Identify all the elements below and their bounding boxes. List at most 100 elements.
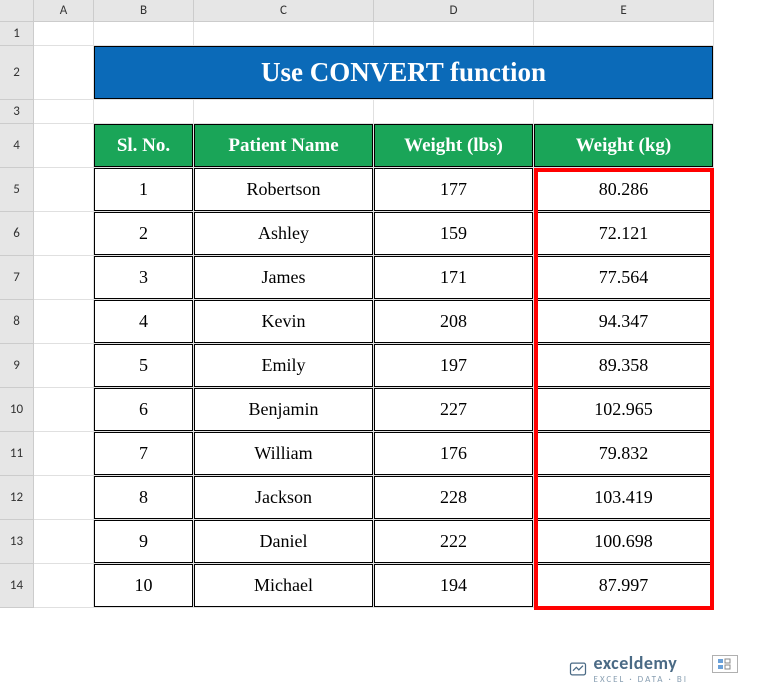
table-cell-sl[interactable]: 7 xyxy=(94,432,194,476)
table-cell-sl[interactable]: 2 xyxy=(94,212,194,256)
table-cell-sl[interactable]: 8 xyxy=(94,476,194,520)
cell-value: 197 xyxy=(374,344,533,387)
table-cell-lbs[interactable]: 159 xyxy=(374,212,534,256)
table-cell-kg[interactable]: 72.121 xyxy=(534,212,714,256)
cell[interactable] xyxy=(34,300,94,344)
cell[interactable] xyxy=(34,432,94,476)
cell-value: 89.358 xyxy=(534,344,713,387)
table-cell-lbs[interactable]: 171 xyxy=(374,256,534,300)
col-header-E[interactable]: E xyxy=(534,0,714,22)
table-cell-kg[interactable]: 77.564 xyxy=(534,256,714,300)
table-cell-sl[interactable]: 10 xyxy=(94,564,194,608)
cell[interactable] xyxy=(34,100,94,124)
logo-icon xyxy=(568,659,588,679)
title-cell[interactable]: Use CONVERT function xyxy=(94,46,714,100)
row-header-5[interactable]: 5 xyxy=(0,168,34,212)
cell-value: 100.698 xyxy=(534,520,713,563)
table-cell-sl[interactable]: 9 xyxy=(94,520,194,564)
cell-value: 228 xyxy=(374,476,533,519)
cell[interactable] xyxy=(34,212,94,256)
row-header-10[interactable]: 10 xyxy=(0,388,34,432)
table-cell-lbs[interactable]: 208 xyxy=(374,300,534,344)
table-header-lbs[interactable]: Weight (lbs) xyxy=(374,124,534,168)
table-cell-lbs[interactable]: 197 xyxy=(374,344,534,388)
table-cell-lbs[interactable]: 222 xyxy=(374,520,534,564)
table-cell-kg[interactable]: 102.965 xyxy=(534,388,714,432)
cell[interactable] xyxy=(34,22,94,46)
cell-value: 94.347 xyxy=(534,300,713,343)
row-header-9[interactable]: 9 xyxy=(0,344,34,388)
page-title: Use CONVERT function xyxy=(94,46,713,99)
table-cell-name[interactable]: Ashley xyxy=(194,212,374,256)
cell[interactable] xyxy=(194,100,374,124)
cell-value: 194 xyxy=(374,564,533,607)
table-cell-name[interactable]: Daniel xyxy=(194,520,374,564)
cell[interactable] xyxy=(34,256,94,300)
cell[interactable] xyxy=(34,124,94,168)
table-cell-name[interactable]: William xyxy=(194,432,374,476)
table-cell-name[interactable]: James xyxy=(194,256,374,300)
table-header-kg[interactable]: Weight (kg) xyxy=(534,124,714,168)
row-header-13[interactable]: 13 xyxy=(0,520,34,564)
autofill-options-button[interactable] xyxy=(712,655,738,673)
cell[interactable] xyxy=(34,564,94,608)
table-cell-lbs[interactable]: 227 xyxy=(374,388,534,432)
table-cell-sl[interactable]: 4 xyxy=(94,300,194,344)
table-cell-sl[interactable]: 1 xyxy=(94,168,194,212)
cell[interactable] xyxy=(34,388,94,432)
row-header-11[interactable]: 11 xyxy=(0,432,34,476)
row-header-2[interactable]: 2 xyxy=(0,46,34,100)
table-cell-sl[interactable]: 6 xyxy=(94,388,194,432)
table-cell-name[interactable]: Benjamin xyxy=(194,388,374,432)
table-header-sl[interactable]: Sl. No. xyxy=(94,124,194,168)
cell-value: Michael xyxy=(194,564,373,607)
table-cell-name[interactable]: Emily xyxy=(194,344,374,388)
row-header-8[interactable]: 8 xyxy=(0,300,34,344)
table-header-name[interactable]: Patient Name xyxy=(194,124,374,168)
row-header-7[interactable]: 7 xyxy=(0,256,34,300)
row-header-4[interactable]: 4 xyxy=(0,124,34,168)
cell[interactable] xyxy=(194,22,374,46)
table-cell-lbs[interactable]: 177 xyxy=(374,168,534,212)
cell[interactable] xyxy=(534,100,714,124)
cell[interactable] xyxy=(374,100,534,124)
table-cell-lbs[interactable]: 176 xyxy=(374,432,534,476)
table-cell-name[interactable]: Kevin xyxy=(194,300,374,344)
col-header-C[interactable]: C xyxy=(194,0,374,22)
table-cell-kg[interactable]: 87.997 xyxy=(534,564,714,608)
row-header-14[interactable]: 14 xyxy=(0,564,34,608)
col-header-B[interactable]: B xyxy=(94,0,194,22)
cell-value: 4 xyxy=(94,300,193,343)
table-cell-kg[interactable]: 80.286 xyxy=(534,168,714,212)
cell[interactable] xyxy=(34,476,94,520)
col-header-D[interactable]: D xyxy=(374,0,534,22)
cell[interactable] xyxy=(374,22,534,46)
row-header-1[interactable]: 1 xyxy=(0,22,34,46)
cell-value: 208 xyxy=(374,300,533,343)
cell[interactable] xyxy=(94,100,194,124)
table-cell-sl[interactable]: 3 xyxy=(94,256,194,300)
table-cell-kg[interactable]: 89.358 xyxy=(534,344,714,388)
table-cell-kg[interactable]: 79.832 xyxy=(534,432,714,476)
table-cell-kg[interactable]: 100.698 xyxy=(534,520,714,564)
cell[interactable] xyxy=(34,520,94,564)
cell-value: Jackson xyxy=(194,476,373,519)
cell[interactable] xyxy=(94,22,194,46)
table-cell-kg[interactable]: 103.419 xyxy=(534,476,714,520)
table-cell-sl[interactable]: 5 xyxy=(94,344,194,388)
table-cell-name[interactable]: Michael xyxy=(194,564,374,608)
cell[interactable] xyxy=(34,46,94,100)
row-header-3[interactable]: 3 xyxy=(0,100,34,124)
row-header-12[interactable]: 12 xyxy=(0,476,34,520)
table-cell-name[interactable]: Robertson xyxy=(194,168,374,212)
table-cell-name[interactable]: Jackson xyxy=(194,476,374,520)
cell[interactable] xyxy=(34,344,94,388)
col-header-A[interactable]: A xyxy=(34,0,94,22)
table-cell-lbs[interactable]: 194 xyxy=(374,564,534,608)
cell[interactable] xyxy=(534,22,714,46)
table-cell-kg[interactable]: 94.347 xyxy=(534,300,714,344)
select-all-corner[interactable] xyxy=(0,0,34,22)
row-header-6[interactable]: 6 xyxy=(0,212,34,256)
table-cell-lbs[interactable]: 228 xyxy=(374,476,534,520)
cell[interactable] xyxy=(34,168,94,212)
